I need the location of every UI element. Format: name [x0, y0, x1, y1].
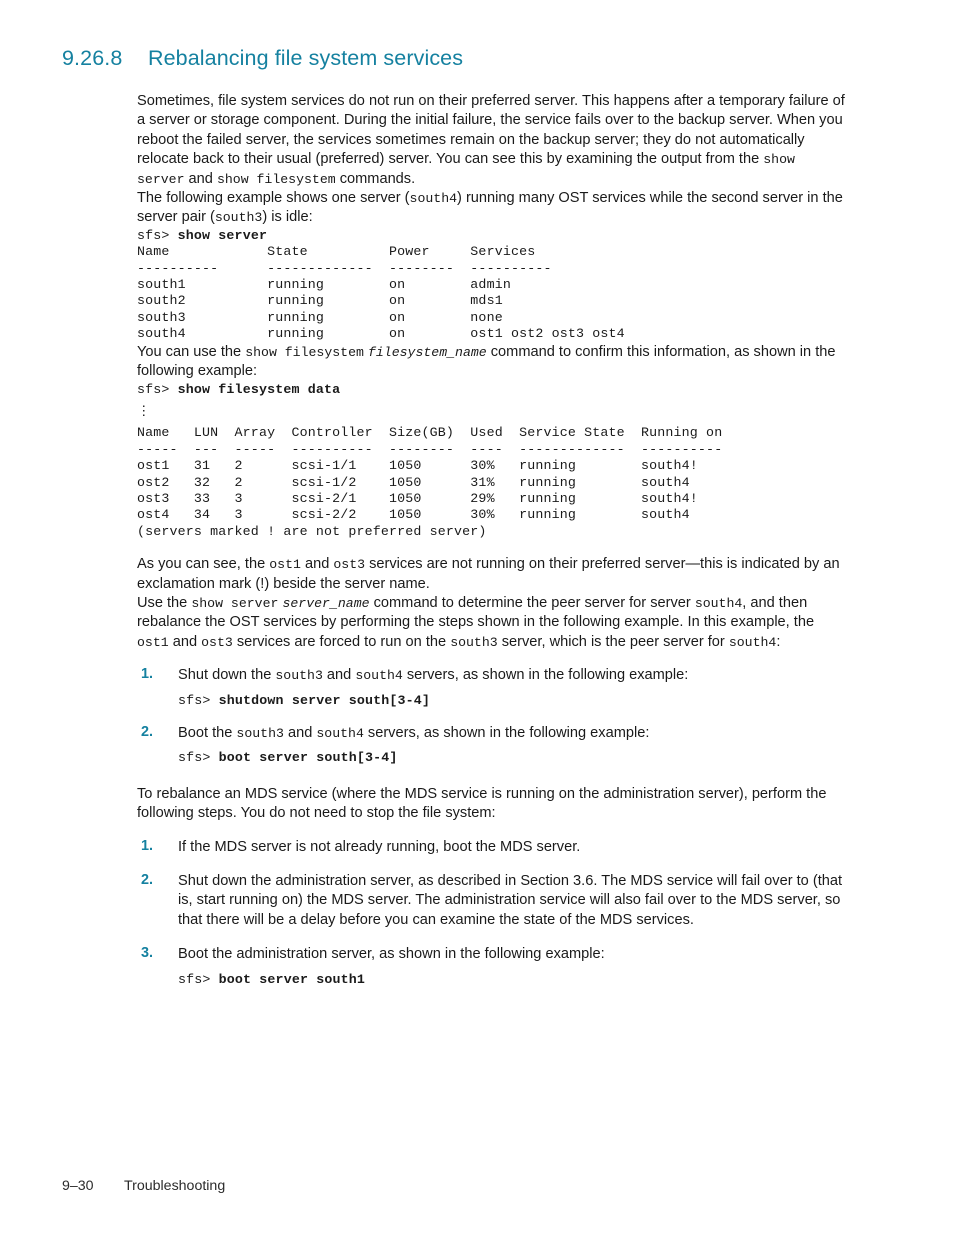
step1-text-c: servers, as shown in the following examp… — [402, 667, 689, 684]
peer-text-e: and — [168, 633, 202, 650]
list-item: 3. Boot the administration server, as sh… — [137, 945, 849, 988]
mds-rebalance-steps: 1. If the MDS server is not already runn… — [137, 838, 849, 988]
inline-code-south4-5: south4 — [316, 726, 364, 741]
inline-code-ost3-2: ost3 — [201, 634, 233, 650]
list-marker: 1. — [141, 666, 154, 683]
page-footer: 9–30 Troubleshooting — [62, 1178, 225, 1194]
shell-command-5: boot server south1 — [218, 971, 365, 987]
intro-text-end: commands. — [335, 170, 416, 187]
peer-text-f: services are forced to run on the — [232, 633, 451, 650]
intro-text-mid: and — [184, 170, 217, 187]
code-block-boot-south34: sfs> boot server south[3-4] — [178, 750, 849, 766]
inline-code-south4: south4 — [409, 191, 458, 207]
shell-prompt: sfs> — [137, 227, 178, 243]
paragraph-peer-server: Use the show server server_name command … — [137, 594, 849, 652]
paragraph-not-running: As you can see, the ost1 and ost3 servic… — [137, 555, 849, 594]
paragraph-confirm: You can use the show filesystem filesyst… — [137, 343, 849, 382]
code-block-boot-south1: sfs> boot server south1 — [178, 972, 849, 988]
code-block-shutdown: sfs> shutdown server south[3-4] — [178, 693, 849, 709]
document-page: 9.26.8 Rebalancing file system services S… — [0, 0, 954, 1235]
intro-text-part1: Sometimes, file system services do not r… — [137, 93, 845, 168]
list-item: 1. Shut down the south3 and south4 serve… — [137, 666, 849, 709]
inline-code-ost1-2: ost1 — [137, 634, 169, 650]
inline-code-ost1: ost1 — [269, 557, 301, 573]
example-text-c: ) is idle: — [262, 209, 313, 226]
inline-code-south3: south3 — [214, 210, 263, 226]
footer-chapter-name: Troubleshooting — [124, 1178, 226, 1194]
peer-text-g: server, which is the peer server for — [497, 633, 729, 650]
shell-output-server-table: Name State Power Services ---------- ---… — [137, 244, 625, 342]
shell-command-2: show filesystem data — [177, 381, 341, 397]
list-item-text: Boot the administration server, as shown… — [178, 946, 605, 963]
list-item: 1. If the MDS server is not already runn… — [137, 838, 849, 857]
output-ellipsis: ⋮ — [137, 403, 151, 419]
paragraph-example-intro: The following example shows one server (… — [137, 189, 849, 228]
inline-code-server-name-placeholder: server_name — [282, 595, 370, 611]
inline-code-south3-3: south3 — [275, 668, 323, 684]
list-item-text: Boot the south3 and south4 servers, as s… — [178, 725, 649, 741]
inline-code-ost3: ost3 — [333, 557, 366, 573]
section-title: Rebalancing file system services — [148, 46, 464, 70]
step2-text-a: Boot the — [178, 725, 237, 741]
list-item: 2. Boot the south3 and south4 servers, a… — [137, 724, 849, 767]
peer-text-a: Use the — [137, 594, 192, 611]
list-marker: 1. — [141, 837, 154, 854]
inline-code-south3-4: south3 — [236, 726, 284, 741]
list-item-text: Shut down the south3 and south4 servers,… — [178, 667, 688, 683]
code-block-show-filesystem-cmd: sfs> show filesystem data — [137, 382, 849, 398]
shell-prompt-5: sfs> — [178, 971, 219, 987]
document-content: Sometimes, file system services do not r… — [137, 92, 849, 988]
page-title: 9.26.8 Rebalancing file system services — [62, 46, 862, 71]
paragraph-intro: Sometimes, file system services do not r… — [137, 92, 849, 189]
inline-code-show-filesystem-2: show filesystem — [245, 344, 364, 360]
code-block-filesystem-table: Name LUN Array Controller Size(GB) Used … — [137, 425, 723, 539]
footer-page-number: 9–30 — [62, 1178, 94, 1194]
step1-text-b: and — [322, 667, 356, 684]
peer-text-c: command to determine the peer server for… — [369, 594, 695, 611]
list-item-text: If the MDS server is not already running… — [178, 838, 581, 855]
step1-text-a: Shut down the — [178, 667, 276, 684]
peer-text-h: : — [776, 633, 781, 650]
shell-command-4: boot server south[3-4] — [218, 750, 398, 766]
confirm-text-a: You can use the — [137, 343, 246, 360]
notrunning-text-b: and — [300, 556, 334, 573]
list-item-text: Shut down the administration server, as … — [178, 873, 843, 928]
code-block-show-server: sfs> show server Name State Power Servic… — [137, 228, 849, 343]
inline-code-south3-2: south3 — [450, 634, 498, 650]
shell-prompt-4: sfs> — [178, 750, 219, 766]
shell-command-3: shutdown server south[3-4] — [218, 692, 431, 708]
example-text-a: The following example shows one server ( — [137, 190, 410, 207]
shell-command: show server — [177, 227, 268, 243]
inline-code-show-filesystem: show filesystem — [216, 171, 336, 187]
inline-code-show-server-2: show server — [191, 595, 279, 611]
list-item: 2. Shut down the administration server, … — [137, 872, 849, 930]
step2-text-b: and — [283, 725, 317, 741]
list-marker: 2. — [141, 724, 154, 740]
inline-code-south4-4: south4 — [355, 668, 403, 684]
paragraph-mds-intro: To rebalance an MDS service (where the M… — [137, 785, 827, 822]
inline-code-south4-3: south4 — [728, 634, 777, 650]
shell-prompt-2: sfs> — [137, 381, 178, 397]
section-number: 9.26.8 — [62, 46, 123, 70]
ost-rebalance-steps: 1. Shut down the south3 and south4 serve… — [137, 666, 849, 767]
notrunning-text-a: As you can see, the — [137, 556, 270, 573]
list-marker: 2. — [141, 872, 154, 889]
inline-code-filesystem-name-placeholder: filesystem_name — [367, 344, 487, 360]
inline-code-south4-2: south4 — [694, 595, 743, 611]
step2-text-c: servers, as shown in the following examp… — [363, 725, 650, 741]
shell-prompt-3: sfs> — [178, 692, 219, 708]
list-marker: 3. — [141, 945, 154, 962]
